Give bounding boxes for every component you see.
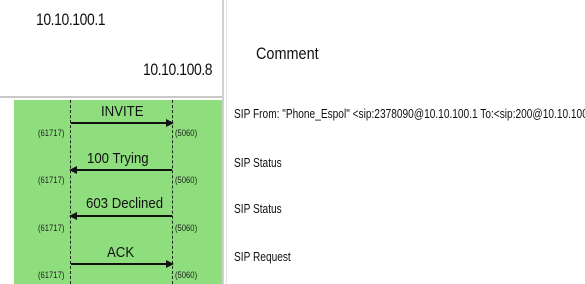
comment-row[interactable]: SIP Status <box>234 155 282 170</box>
source-port: (61717) <box>38 223 65 233</box>
arrow-line <box>76 215 172 217</box>
message-label: ACK <box>107 244 135 261</box>
message-label: 100 Trying <box>87 150 149 167</box>
header-divider <box>0 96 222 98</box>
pane-divider[interactable] <box>222 0 224 284</box>
source-host-header: 10.10.100.1 <box>36 10 106 29</box>
comment-row[interactable]: SIP Status <box>234 201 282 216</box>
dest-port: (5060) <box>175 128 198 138</box>
arrow-head-left-icon <box>69 212 77 220</box>
source-port: (61717) <box>38 175 65 185</box>
dest-host-header: 10.10.100.8 <box>143 60 213 79</box>
dest-port: (5060) <box>175 175 198 185</box>
arrow-line <box>76 169 172 171</box>
message-label: INVITE <box>101 103 144 120</box>
arrow-head-right-icon <box>166 119 174 127</box>
flow-area: INVITE (61717) (5060) 100 Trying (61717)… <box>14 100 222 284</box>
flow-graph-pane: 10.10.100.1 10.10.100.8 INVITE (61717) (… <box>0 0 222 284</box>
dest-lifeline <box>172 100 173 284</box>
pane-divider-shadow <box>226 0 227 284</box>
arrow-line <box>71 122 167 124</box>
comment-row[interactable]: SIP Request <box>234 249 291 264</box>
arrow-line <box>71 263 167 265</box>
source-port: (61717) <box>38 128 65 138</box>
dest-port: (5060) <box>175 223 198 233</box>
message-label: 603 Declined <box>86 195 164 212</box>
arrow-head-left-icon <box>69 166 77 174</box>
comment-column-header[interactable]: Comment <box>256 44 319 64</box>
dest-port: (5060) <box>175 270 198 280</box>
source-lifeline <box>70 100 71 284</box>
arrow-head-right-icon <box>166 260 174 268</box>
comment-row[interactable]: SIP From: "Phone_Espol" <sip:2378090@10.… <box>234 106 585 121</box>
source-port: (61717) <box>38 270 65 280</box>
